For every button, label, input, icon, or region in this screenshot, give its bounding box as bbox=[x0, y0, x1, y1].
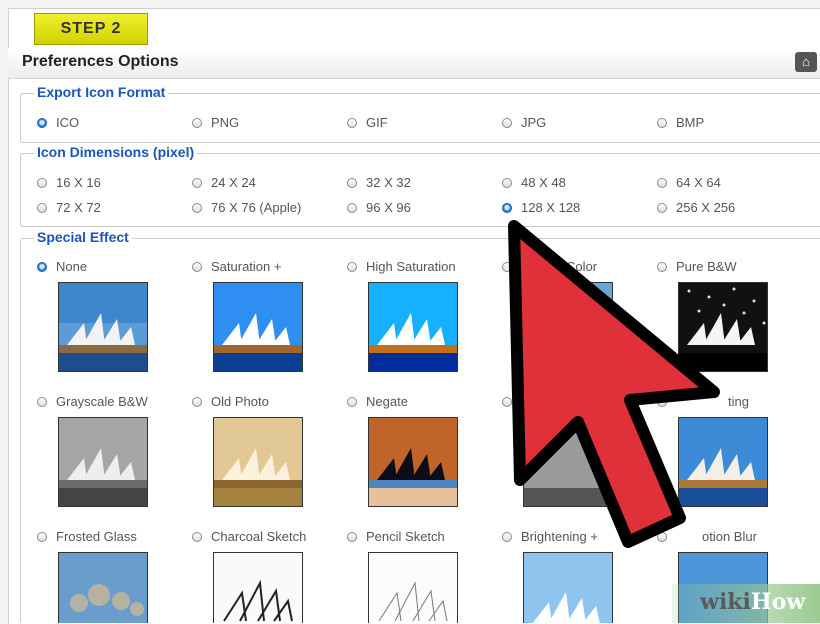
effect-option-none[interactable]: None bbox=[37, 259, 87, 274]
radio-icon[interactable] bbox=[37, 262, 47, 272]
radio-icon[interactable] bbox=[347, 532, 357, 542]
thumb-negate[interactable] bbox=[368, 417, 458, 507]
radio-icon[interactable] bbox=[657, 178, 667, 188]
radio-icon[interactable] bbox=[192, 397, 202, 407]
effect-option[interactable]: Pencil Sketch bbox=[347, 529, 445, 544]
radio-icon[interactable] bbox=[192, 178, 202, 188]
radio-icon[interactable] bbox=[657, 118, 667, 128]
export-format-legend: Export Icon Format bbox=[34, 84, 169, 100]
arrow-cursor-icon bbox=[508, 220, 720, 548]
radio-icon[interactable] bbox=[37, 203, 47, 213]
radio-icon[interactable] bbox=[192, 203, 202, 213]
effect-option[interactable]: Grayscale B&W bbox=[37, 394, 148, 409]
effects-legend: Special Effect bbox=[34, 229, 132, 245]
dimension-option[interactable]: 48 X 48 bbox=[502, 175, 566, 190]
dimension-option[interactable]: 76 X 76 (Apple) bbox=[192, 200, 301, 215]
radio-icon[interactable] bbox=[37, 118, 47, 128]
dimension-option[interactable]: 96 X 96 bbox=[347, 200, 411, 215]
step-badge: STEP 2 bbox=[34, 13, 148, 45]
page-title: Preferences Options bbox=[22, 53, 179, 70]
thumb-frosted-glass[interactable] bbox=[58, 552, 148, 623]
radio-icon[interactable] bbox=[37, 397, 47, 407]
thumb-high-saturation[interactable] bbox=[368, 282, 458, 372]
radio-icon[interactable] bbox=[502, 178, 512, 188]
radio-icon[interactable] bbox=[347, 178, 357, 188]
dimension-option[interactable]: 72 X 72 bbox=[37, 200, 101, 215]
radio-icon[interactable] bbox=[347, 262, 357, 272]
watermark: wikiHow bbox=[700, 589, 806, 615]
thumb-saturation[interactable] bbox=[213, 282, 303, 372]
thumb-grayscale[interactable] bbox=[58, 417, 148, 507]
radio-icon[interactable] bbox=[37, 178, 47, 188]
effect-option[interactable]: High Saturation bbox=[347, 259, 456, 274]
format-option-ico[interactable]: ICO bbox=[37, 115, 79, 130]
format-option-jpg[interactable]: JPG bbox=[502, 115, 546, 130]
format-option-gif[interactable]: GIF bbox=[347, 115, 388, 130]
radio-icon[interactable] bbox=[502, 118, 512, 128]
radio-icon[interactable] bbox=[347, 203, 357, 213]
thumb-none[interactable] bbox=[58, 282, 148, 372]
format-option-png[interactable]: PNG bbox=[192, 115, 239, 130]
dimension-option[interactable]: 16 X 16 bbox=[37, 175, 101, 190]
effect-option[interactable]: Old Photo bbox=[192, 394, 269, 409]
effect-option[interactable]: Saturation + bbox=[192, 259, 281, 274]
thumb-old-photo[interactable] bbox=[213, 417, 303, 507]
radio-icon[interactable] bbox=[347, 397, 357, 407]
radio-icon[interactable] bbox=[37, 532, 47, 542]
thumb-pencil-sketch[interactable] bbox=[368, 552, 458, 623]
radio-icon[interactable] bbox=[192, 532, 202, 542]
dimensions-legend: Icon Dimensions (pixel) bbox=[34, 144, 198, 160]
format-option-bmp[interactable]: BMP bbox=[657, 115, 704, 130]
effect-option[interactable]: Negate bbox=[347, 394, 408, 409]
dimension-option[interactable]: 64 X 64 bbox=[657, 175, 721, 190]
radio-icon[interactable] bbox=[192, 262, 202, 272]
radio-icon[interactable] bbox=[347, 118, 357, 128]
dimension-option[interactable]: 32 X 32 bbox=[347, 175, 411, 190]
effect-option[interactable]: Frosted Glass bbox=[37, 529, 137, 544]
home-icon[interactable]: ⌂ bbox=[795, 52, 817, 72]
thumb-charcoal-sketch[interactable] bbox=[213, 552, 303, 623]
effect-option[interactable]: Charcoal Sketch bbox=[192, 529, 306, 544]
radio-icon[interactable] bbox=[192, 118, 202, 128]
dimension-option[interactable]: 24 X 24 bbox=[192, 175, 256, 190]
